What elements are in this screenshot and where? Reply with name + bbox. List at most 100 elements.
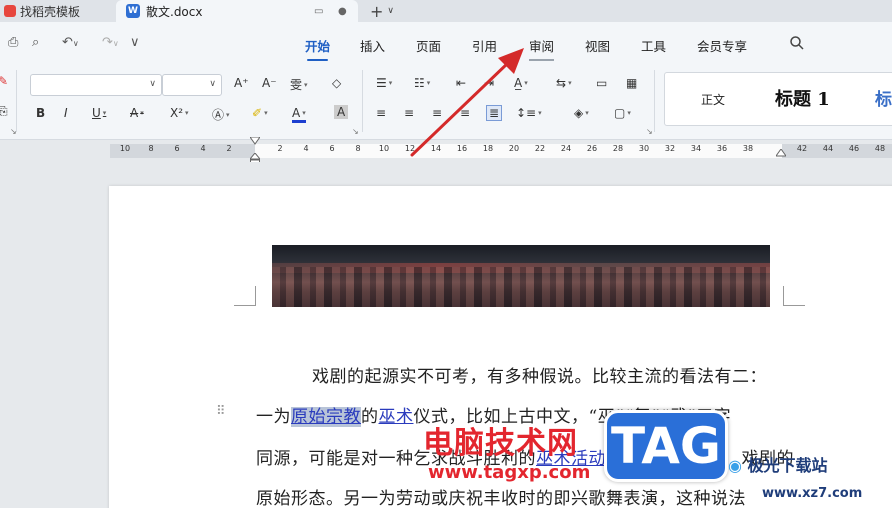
- ruler-number: 4: [200, 144, 206, 153]
- header-image[interactable]: [272, 245, 770, 307]
- ruler-number: 10: [378, 144, 390, 153]
- selected-hyperlink[interactable]: 原始宗教: [291, 407, 361, 427]
- ruler-number: 46: [848, 144, 860, 153]
- aurora-logo-icon: ◉: [728, 456, 742, 475]
- clipboard-icon[interactable]: ⎘: [0, 104, 8, 119]
- menu-references[interactable]: 引用: [472, 36, 497, 55]
- style-heading-1[interactable]: 标题 1: [775, 85, 830, 111]
- increase-indent-icon[interactable]: ⇥: [484, 76, 494, 90]
- line-spacing-icon[interactable]: ↕≡ ▾: [516, 106, 542, 120]
- font-dialog-launcher-icon[interactable]: ↘: [10, 127, 17, 136]
- tab-bar: 找稻壳模板 W 散文.docx ▭ ● + ∨: [0, 0, 892, 22]
- shrink-font-icon[interactable]: A⁻: [262, 76, 277, 90]
- sort-icon[interactable]: ⇆ ▾: [556, 76, 572, 90]
- style-heading-2[interactable]: 标: [875, 85, 892, 110]
- phonetic-guide-icon[interactable]: 雯 ▾: [290, 76, 308, 93]
- styles-gallery: 正文 标题 1 标: [664, 72, 892, 126]
- ruler-number: 22: [534, 144, 546, 153]
- margin-corner-right: [783, 286, 805, 306]
- margin-corner-left: [234, 286, 256, 306]
- align-left-icon[interactable]: ≡: [376, 106, 386, 120]
- style-normal[interactable]: 正文: [701, 91, 725, 108]
- tab-template-store[interactable]: 找稻壳模板: [0, 0, 112, 22]
- superscript-icon[interactable]: X² ▾: [170, 106, 189, 120]
- underline-icon[interactable]: U ▾: [92, 106, 106, 120]
- font-name-select[interactable]: ∨: [30, 74, 162, 96]
- menu-page[interactable]: 页面: [416, 36, 441, 55]
- watermark-site-url: www.tagxp.com: [428, 462, 591, 483]
- numbered-list-icon[interactable]: ☷ ▾: [414, 76, 430, 90]
- ribbon-menu-bar: ⎙ ⌕ ↶∨ ↷∨ ∨ 开始 插入 页面 引用 审阅 视图 工具 会员专享: [0, 22, 892, 64]
- format-painter-icon[interactable]: ✎: [0, 74, 8, 88]
- table-icon[interactable]: ▦: [626, 76, 637, 90]
- font-dialog-launcher-icon[interactable]: ↘: [352, 127, 359, 136]
- redo-icon[interactable]: ↷∨: [102, 35, 119, 50]
- text-direction-icon[interactable]: A̲ ▾: [514, 76, 528, 90]
- grow-font-icon[interactable]: A⁺: [234, 76, 249, 90]
- bold-icon[interactable]: B: [36, 106, 45, 120]
- text-run: 的: [361, 407, 379, 427]
- font-size-select[interactable]: ∨: [162, 74, 222, 96]
- divider: [362, 70, 363, 132]
- paragraph-drag-handle-icon[interactable]: ⠿: [216, 404, 225, 419]
- menu-member[interactable]: 会员专享: [697, 36, 747, 55]
- monitor-icon[interactable]: ▭: [314, 6, 323, 17]
- tab-label: 散文.docx: [146, 4, 203, 19]
- print-icon[interactable]: ⎙: [8, 35, 18, 50]
- horizontal-ruler[interactable]: 10 8 6 4 2 2 4 6 8 10 12 14 16 18 20 22 …: [0, 141, 892, 161]
- align-center-icon[interactable]: ≡: [404, 106, 414, 120]
- chevron-down-icon: ∨: [387, 6, 394, 16]
- ruler-number: 14: [430, 144, 442, 153]
- ruler-number: 36: [716, 144, 728, 153]
- hyperlink[interactable]: 巫术: [379, 407, 414, 427]
- more-chevron-icon[interactable]: ∨: [130, 35, 140, 50]
- clear-format-icon[interactable]: ◇: [332, 76, 341, 90]
- font-color-icon[interactable]: A ▾: [292, 106, 306, 123]
- watermark-aurora-logo: ◉ 极光下载站: [728, 452, 828, 476]
- shading-icon[interactable]: ◈ ▾: [574, 106, 589, 120]
- ruler-number: 30: [638, 144, 650, 153]
- show-marks-icon[interactable]: ▭: [596, 76, 607, 90]
- ruler-number: 12: [404, 144, 416, 153]
- menu-view[interactable]: 视图: [585, 36, 610, 55]
- paragraph-dialog-launcher-icon[interactable]: ↘: [646, 127, 653, 136]
- tab-document[interactable]: W 散文.docx ▭ ●: [116, 0, 358, 22]
- new-tab-button[interactable]: + ∨: [370, 0, 394, 22]
- ruler-number: 16: [456, 144, 468, 153]
- ruler-number: 4: [303, 144, 309, 153]
- watermark-logo-url: www.xz7.com: [762, 486, 863, 501]
- unsaved-dot-icon[interactable]: ●: [338, 6, 347, 17]
- ruler-number: 26: [586, 144, 598, 153]
- chevron-down-icon: ∨: [149, 79, 156, 89]
- ribbon-toolbar: ✎ ⎘ ∨ ∨ A⁺ A⁻ 雯 ▾ ◇ B I U ▾ A ▾ X² ▾ Ⓐ ▾ ✐ ▾ A…: [0, 64, 892, 140]
- char-shading-icon[interactable]: A: [334, 105, 349, 119]
- plus-icon: +: [370, 1, 384, 21]
- divider: [654, 70, 655, 132]
- paragraph-line-4[interactable]: 原始形态。另一为劳动或庆祝丰收时的即兴歌舞表演，这种说法: [256, 484, 746, 508]
- highlight-icon[interactable]: ✐ ▾: [252, 106, 268, 120]
- decrease-indent-icon[interactable]: ⇤: [456, 76, 466, 90]
- ruler-number: 18: [482, 144, 494, 153]
- menu-insert[interactable]: 插入: [360, 36, 385, 55]
- ruler-number: 10: [119, 144, 131, 153]
- menu-review[interactable]: 审阅: [529, 36, 555, 61]
- bullet-list-icon[interactable]: ☰ ▾: [376, 76, 392, 90]
- first-line-indent-marker[interactable]: [250, 137, 260, 145]
- image-crowd: [272, 267, 770, 307]
- ruler-number: 24: [560, 144, 572, 153]
- print-preview-icon[interactable]: ⌕: [32, 35, 39, 50]
- paragraph-line-1[interactable]: 戏剧的起源实不可考，有多种假说。比较主流的看法有二：: [312, 362, 767, 387]
- justify-icon[interactable]: ≡: [460, 106, 470, 120]
- strikethrough-icon[interactable]: A ▾: [130, 106, 144, 120]
- distributed-align-icon[interactable]: ≣: [486, 105, 503, 121]
- undo-icon[interactable]: ↶∨: [62, 35, 79, 50]
- search-icon[interactable]: [789, 35, 805, 51]
- align-right-icon[interactable]: ≡: [432, 106, 442, 120]
- menu-home[interactable]: 开始: [305, 36, 330, 61]
- borders-icon[interactable]: ▢ ▾: [614, 106, 631, 120]
- italic-icon[interactable]: I: [64, 106, 68, 120]
- text-effect-icon[interactable]: Ⓐ ▾: [212, 106, 230, 123]
- text-run: 一为: [256, 407, 291, 427]
- right-indent-marker[interactable]: [776, 149, 786, 157]
- menu-tools[interactable]: 工具: [641, 36, 666, 55]
